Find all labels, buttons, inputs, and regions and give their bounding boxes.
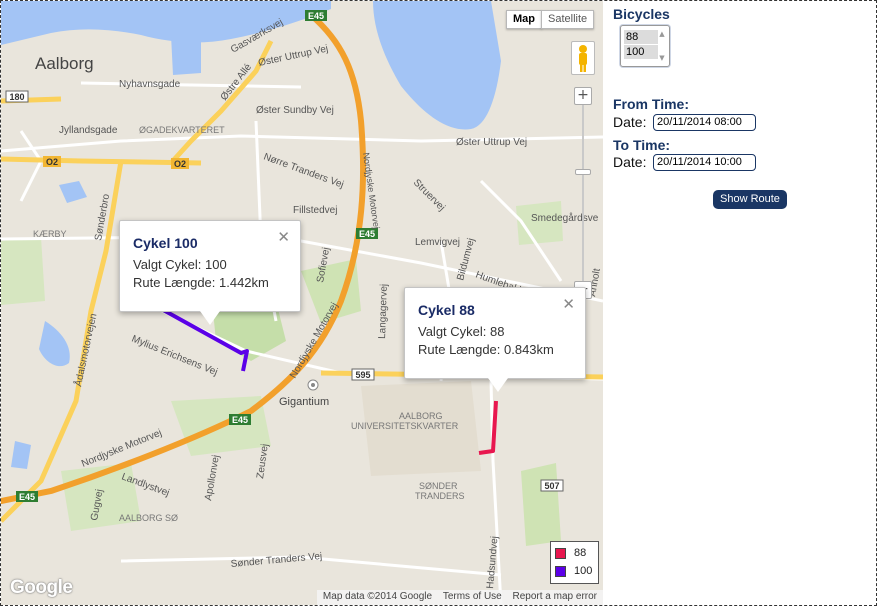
map-canvas[interactable]: E45 180 O2 O2 E45 595 E45 E45 507 Aalbor…	[1, 1, 603, 605]
label-jyllandsgade: Jyllandsgade	[59, 125, 118, 136]
route-legend: 88 100	[550, 541, 599, 584]
label-gigantium: Gigantium	[279, 396, 329, 408]
info-window-cykel-100: ✕ Cykel 100 Valgt Cykel: 100 Rute Længde…	[119, 220, 301, 325]
zoom-in-button[interactable]: +	[574, 87, 592, 105]
label-lemvigvej: Lemvigvej	[415, 237, 460, 248]
legend-swatch	[555, 547, 566, 559]
info-window-line: Rute Længde: 0.843km	[418, 342, 554, 357]
from-date-input[interactable]: 20/11/2014 08:00	[653, 114, 756, 131]
shield-e45-low: E45	[232, 415, 248, 425]
label-nyhavnsgade: Nyhavnsgade	[119, 79, 181, 90]
label-langagervej: Langagervej	[377, 284, 390, 339]
bicycles-heading: Bicycles	[613, 6, 670, 22]
map-type-satellite-button[interactable]: Satellite	[541, 10, 595, 29]
close-icon[interactable]: ✕	[562, 295, 575, 313]
label-aalborg-so: AALBORG SØ	[119, 513, 178, 523]
legend-label: 88	[574, 547, 587, 559]
shield-o2-left: O2	[46, 157, 58, 167]
label-aau-2: UNIVERSITETSKVARTER	[351, 421, 459, 431]
map-type-map-button[interactable]: Map	[506, 10, 542, 29]
legend-item-100: 100	[555, 562, 594, 580]
shield-e45-mid: E45	[359, 229, 375, 239]
shield-o2-right: O2	[174, 159, 186, 169]
to-date-label: Date:	[613, 154, 647, 170]
legend-swatch	[555, 565, 566, 577]
google-logo[interactable]: Google	[10, 577, 73, 599]
label-sonder-1: SØNDER	[419, 481, 458, 491]
shield-595: 595	[355, 370, 370, 380]
info-window-title: Cykel 100	[133, 235, 198, 251]
label-aau-1: AALBORG	[399, 411, 443, 421]
shield-e45-left: E45	[19, 492, 35, 502]
map-data-credit: Map data ©2014 Google	[322, 591, 433, 602]
info-window-title: Cykel 88	[418, 302, 475, 318]
label-karby: KÆRBY	[33, 229, 67, 239]
info-window-line: Rute Længde: 1.442km	[133, 275, 269, 290]
bicycle-option-100[interactable]: 100	[624, 45, 658, 59]
info-window-line: Valgt Cykel: 88	[418, 324, 505, 339]
terms-of-use-link[interactable]: Terms of Use	[443, 591, 502, 602]
pegman-icon	[579, 45, 587, 72]
select-scrollbar[interactable]: ▲ ▼	[657, 28, 667, 64]
label-ogadekvarteret: ØGADEKVARTERET	[139, 125, 225, 135]
info-window-cykel-88: ✕ Cykel 88 Valgt Cykel: 88 Rute Længde: …	[404, 287, 586, 392]
to-date-input[interactable]: 20/11/2014 10:00	[653, 154, 756, 171]
label-aalborg: Aalborg	[35, 54, 94, 73]
label-oster-uttrup-vej-2: Øster Uttrup Vej	[456, 137, 527, 148]
street-view-pegman[interactable]	[571, 41, 595, 75]
label-oster-sundby-vej: Øster Sundby Vej	[256, 105, 334, 116]
shield-180: 180	[9, 92, 24, 102]
shield-507: 507	[544, 481, 559, 491]
zoom-control: + −	[574, 87, 592, 299]
bicycle-select[interactable]: 88 100 ▲ ▼	[620, 25, 670, 67]
to-time-heading: To Time:	[613, 137, 671, 153]
zoom-slider-handle[interactable]	[575, 169, 591, 175]
from-date-label: Date:	[613, 114, 647, 130]
legend-label: 100	[574, 565, 593, 577]
map-attribution: Map data ©2014 Google Terms of Use Repor…	[316, 590, 603, 605]
label-fillstedvej: Fillstedvej	[293, 205, 337, 216]
close-icon[interactable]: ✕	[277, 228, 290, 246]
bicycle-option-88[interactable]: 88	[624, 30, 658, 44]
show-route-button[interactable]: Show Route	[713, 190, 787, 209]
shield-e45-top: E45	[308, 11, 324, 21]
from-time-heading: From Time:	[613, 96, 689, 112]
report-map-error-link[interactable]: Report a map error	[513, 591, 597, 602]
legend-item-88: 88	[555, 544, 594, 562]
side-panel: Bicycles 88 100 ▲ ▼ From Time: Date: 20/1…	[604, 1, 874, 604]
label-sonder-2: TRANDERS	[415, 491, 465, 501]
info-window-line: Valgt Cykel: 100	[133, 257, 227, 272]
